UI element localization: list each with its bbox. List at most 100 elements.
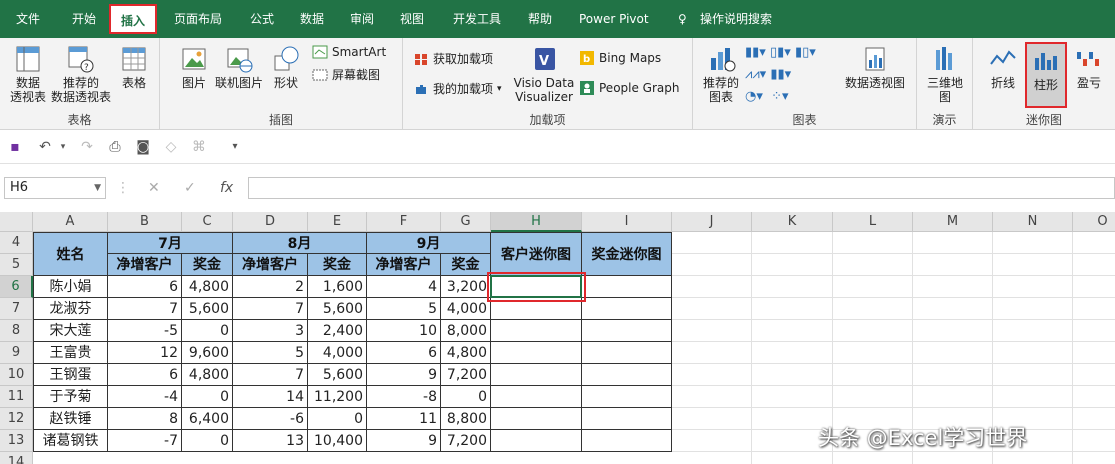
cell-value[interactable]: 3 [233, 320, 308, 342]
cell-name[interactable]: 宋大莲 [33, 320, 108, 342]
grid-cell[interactable] [672, 276, 752, 298]
cell-value[interactable]: 0 [182, 386, 233, 408]
tab-home[interactable]: 开始 [72, 0, 96, 38]
grid-cell[interactable] [1073, 320, 1115, 342]
cell-value[interactable]: 7 [233, 298, 308, 320]
grid-cell[interactable] [913, 276, 993, 298]
cell-sparkline[interactable] [582, 430, 672, 452]
cell-value[interactable]: 2 [233, 276, 308, 298]
cell-value[interactable]: 7 [233, 364, 308, 386]
column-header[interactable]: D [233, 212, 308, 232]
name-box[interactable]: H6 ▼ [4, 177, 106, 199]
grid-cell[interactable] [833, 254, 913, 276]
cell-value[interactable]: 10,400 [308, 430, 367, 452]
row-header[interactable]: 9 [0, 342, 33, 364]
cell-sparkline[interactable] [582, 276, 672, 298]
cell-value[interactable]: 0 [182, 320, 233, 342]
grid-cell[interactable] [913, 232, 993, 254]
row-header[interactable]: 13 [0, 430, 33, 452]
hierarchy-chart-icon[interactable]: ▯▮▾ [770, 45, 791, 60]
grid-cell[interactable] [913, 342, 993, 364]
recommended-charts-button[interactable]: 推荐的 图表 [699, 44, 743, 104]
column-header[interactable]: N [993, 212, 1073, 232]
formula-input[interactable] [248, 177, 1115, 199]
grid-cell[interactable] [672, 298, 752, 320]
grid-cell[interactable] [752, 320, 833, 342]
cell-sparkline[interactable] [582, 364, 672, 386]
screenshot-button[interactable]: 屏幕截图 [312, 66, 380, 83]
table-button[interactable]: 表格 [114, 44, 154, 90]
cell-name[interactable]: 王富贵 [33, 342, 108, 364]
grid-cell[interactable] [1073, 342, 1115, 364]
row-header[interactable]: 4 [0, 232, 33, 254]
grid-cell[interactable] [752, 254, 833, 276]
cell-value[interactable]: 7,200 [441, 430, 491, 452]
cell-value[interactable]: 0 [308, 408, 367, 430]
3d-map-button[interactable]: 三维地 图 [923, 44, 967, 104]
cell-value[interactable]: -5 [108, 320, 182, 342]
grid-cell[interactable] [672, 232, 752, 254]
row-header[interactable]: 6 [0, 276, 33, 298]
cell-sparkline[interactable] [582, 342, 672, 364]
cell-value[interactable]: 4,000 [441, 298, 491, 320]
cell-value[interactable]: 7 [108, 298, 182, 320]
cell-value[interactable]: 9 [367, 430, 441, 452]
cell-value[interactable]: 7,200 [441, 364, 491, 386]
grid-cell[interactable] [833, 342, 913, 364]
grid-cell[interactable] [993, 298, 1073, 320]
camera-icon[interactable]: ◙ [134, 138, 152, 156]
chevron-down-icon[interactable]: ▼ [94, 178, 101, 198]
cell-name[interactable]: 诸葛钢铁 [33, 430, 108, 452]
grid-cell[interactable] [833, 320, 913, 342]
tell-me-search[interactable]: 操作说明搜索 [700, 0, 772, 38]
shapes-button[interactable]: 形状 [266, 44, 306, 90]
cell-sparkline[interactable] [491, 342, 582, 364]
cell-value[interactable]: 11 [367, 408, 441, 430]
grid-cell[interactable] [993, 232, 1073, 254]
formula-bar-grip-icon[interactable]: ⋮ [116, 177, 130, 199]
grid-cell[interactable] [672, 342, 752, 364]
grid-cell[interactable] [833, 364, 913, 386]
pivottable-button[interactable]: 数据 透视表 [6, 44, 50, 104]
cell-value[interactable]: 6 [108, 276, 182, 298]
grid-cell[interactable] [752, 342, 833, 364]
pivotchart-button[interactable]: 数据透视图 [839, 44, 911, 90]
cell-name[interactable]: 于予菊 [33, 386, 108, 408]
line-chart-icon[interactable]: ⩘⩘▾ [745, 67, 766, 82]
grid-cell[interactable] [993, 276, 1073, 298]
grid-cell[interactable] [833, 232, 913, 254]
cell-value[interactable]: 0 [441, 386, 491, 408]
grid-cell[interactable] [1073, 364, 1115, 386]
cell-value[interactable]: 6 [367, 342, 441, 364]
cell-sparkline[interactable] [582, 408, 672, 430]
row-header[interactable]: 10 [0, 364, 33, 386]
column-header[interactable]: I [582, 212, 672, 232]
cell-value[interactable]: 8,800 [441, 408, 491, 430]
tab-power-pivot[interactable]: Power Pivot [579, 0, 649, 38]
grid-cell[interactable] [1073, 232, 1115, 254]
tab-review[interactable]: 审阅 [350, 0, 374, 38]
row-header[interactable]: 5 [0, 254, 33, 276]
enter-icon[interactable]: ✓ [184, 177, 196, 199]
cell-value[interactable]: 1,600 [308, 276, 367, 298]
print-preview-icon[interactable]: ⎙ [106, 138, 124, 156]
cell-value[interactable]: -4 [108, 386, 182, 408]
grid-cell[interactable] [752, 386, 833, 408]
column-header[interactable]: H [491, 212, 582, 232]
tab-insert[interactable]: 插入 [109, 4, 158, 34]
shapes-qat-icon[interactable]: ◇ [162, 138, 180, 156]
bing-maps-button[interactable]: b Bing Maps [579, 50, 661, 66]
smartart-button[interactable]: SmartArt [312, 44, 386, 60]
cell-value[interactable]: 4 [367, 276, 441, 298]
cell-value[interactable]: 13 [233, 430, 308, 452]
grid-cell[interactable] [913, 254, 993, 276]
grid-cell[interactable] [752, 298, 833, 320]
grid-cell[interactable] [752, 452, 833, 464]
sparkline-line-button[interactable]: 折线 [983, 44, 1023, 90]
column-header[interactable]: K [752, 212, 833, 232]
row-header[interactable]: 12 [0, 408, 33, 430]
save-icon[interactable]: ▪ [6, 138, 24, 156]
my-addins-button[interactable]: 我的加载项 ▾ [413, 80, 502, 97]
sparkline-winloss-button[interactable]: 盈亏 [1069, 44, 1109, 90]
cell-name[interactable]: 陈小娟 [33, 276, 108, 298]
